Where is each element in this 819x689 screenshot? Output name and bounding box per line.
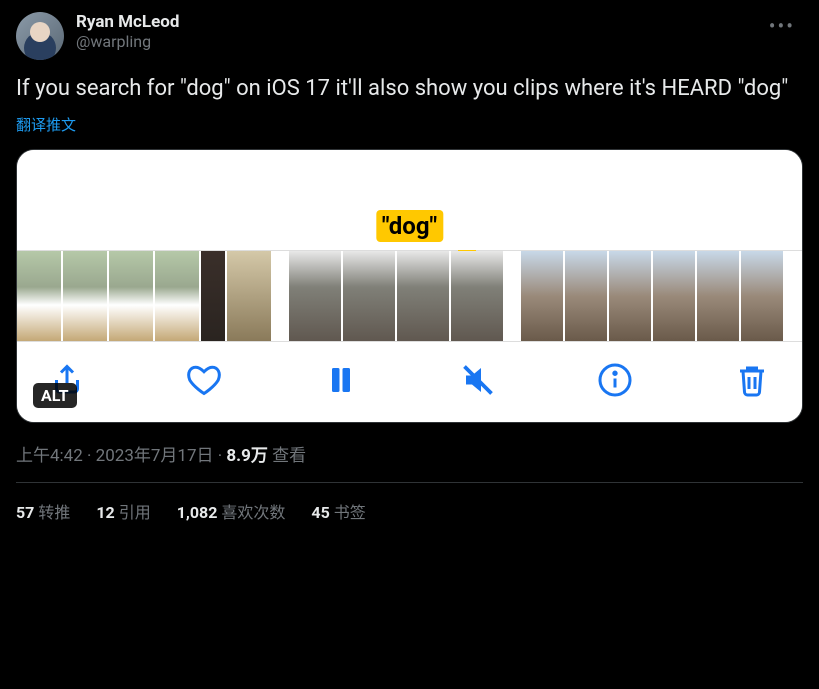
tweet-text: If you search for "dog" on iOS 17 it'll … [16, 74, 803, 104]
video-frame [451, 251, 503, 341]
time[interactable]: 上午4:42 [16, 446, 83, 466]
likes-stat[interactable]: 1,082喜欢次数 [177, 499, 286, 523]
tweet-header: Ryan McLeod @warpling ••• [16, 12, 803, 60]
views-label: 查看 [272, 446, 306, 466]
info-icon[interactable] [595, 360, 635, 400]
trash-icon[interactable] [732, 360, 772, 400]
video-frame [155, 251, 199, 341]
stats-row: 57转推 12 引用 1,082喜欢次数 45 书签 [16, 483, 803, 523]
alt-badge[interactable]: ALT [33, 383, 77, 408]
video-frame [397, 251, 449, 341]
clip-group-1[interactable] [17, 251, 271, 341]
tweet-container: Ryan McLeod @warpling ••• If you search … [0, 0, 819, 535]
quotes-stat[interactable]: 12 引用 [96, 499, 150, 523]
quotes-label: 引用 [119, 503, 151, 522]
media-top-area: "dog" [17, 150, 802, 250]
media-controls [17, 342, 802, 422]
meta-line: 上午4:42 · 2023年7月17日 · 8.9万 查看 [16, 441, 803, 466]
likes-label: 喜欢次数 [221, 503, 285, 522]
video-frame [565, 251, 607, 341]
clip-group-2[interactable] [289, 251, 503, 341]
quotes-num: 12 [96, 503, 114, 522]
date[interactable]: 2023年7月17日 [96, 446, 214, 466]
video-frame [521, 251, 563, 341]
video-frame [697, 251, 739, 341]
retweets-stat[interactable]: 57转推 [16, 499, 70, 523]
video-frame [227, 251, 271, 341]
heart-icon[interactable] [184, 360, 224, 400]
video-frame [63, 251, 107, 341]
video-frame [109, 251, 153, 341]
more-button[interactable]: ••• [761, 12, 803, 40]
video-frame [201, 251, 225, 341]
clip-group-3[interactable] [521, 251, 783, 341]
mute-icon[interactable] [458, 360, 498, 400]
video-frame [17, 251, 61, 341]
bookmarks-stat[interactable]: 45 书签 [311, 499, 365, 523]
media-card[interactable]: "dog" [16, 149, 803, 423]
video-frame [343, 251, 395, 341]
video-frame [653, 251, 695, 341]
bookmarks-label: 书签 [334, 503, 366, 522]
likes-num: 1,082 [177, 503, 218, 522]
avatar[interactable] [16, 12, 64, 60]
display-name[interactable]: Ryan McLeod [76, 12, 749, 32]
translate-link[interactable]: 翻译推文 [16, 114, 76, 135]
bookmarks-num: 45 [311, 503, 329, 522]
video-frame [289, 251, 341, 341]
video-frame [741, 251, 783, 341]
video-frame [609, 251, 651, 341]
handle[interactable]: @warpling [76, 32, 749, 51]
filmstrip[interactable] [17, 250, 802, 342]
retweets-num: 57 [16, 503, 34, 522]
pause-icon[interactable] [321, 360, 361, 400]
user-block: Ryan McLeod @warpling [76, 12, 749, 51]
search-tag: "dog" [376, 210, 443, 242]
retweets-label: 转推 [38, 503, 70, 522]
views-number: 8.9万 [226, 446, 267, 466]
